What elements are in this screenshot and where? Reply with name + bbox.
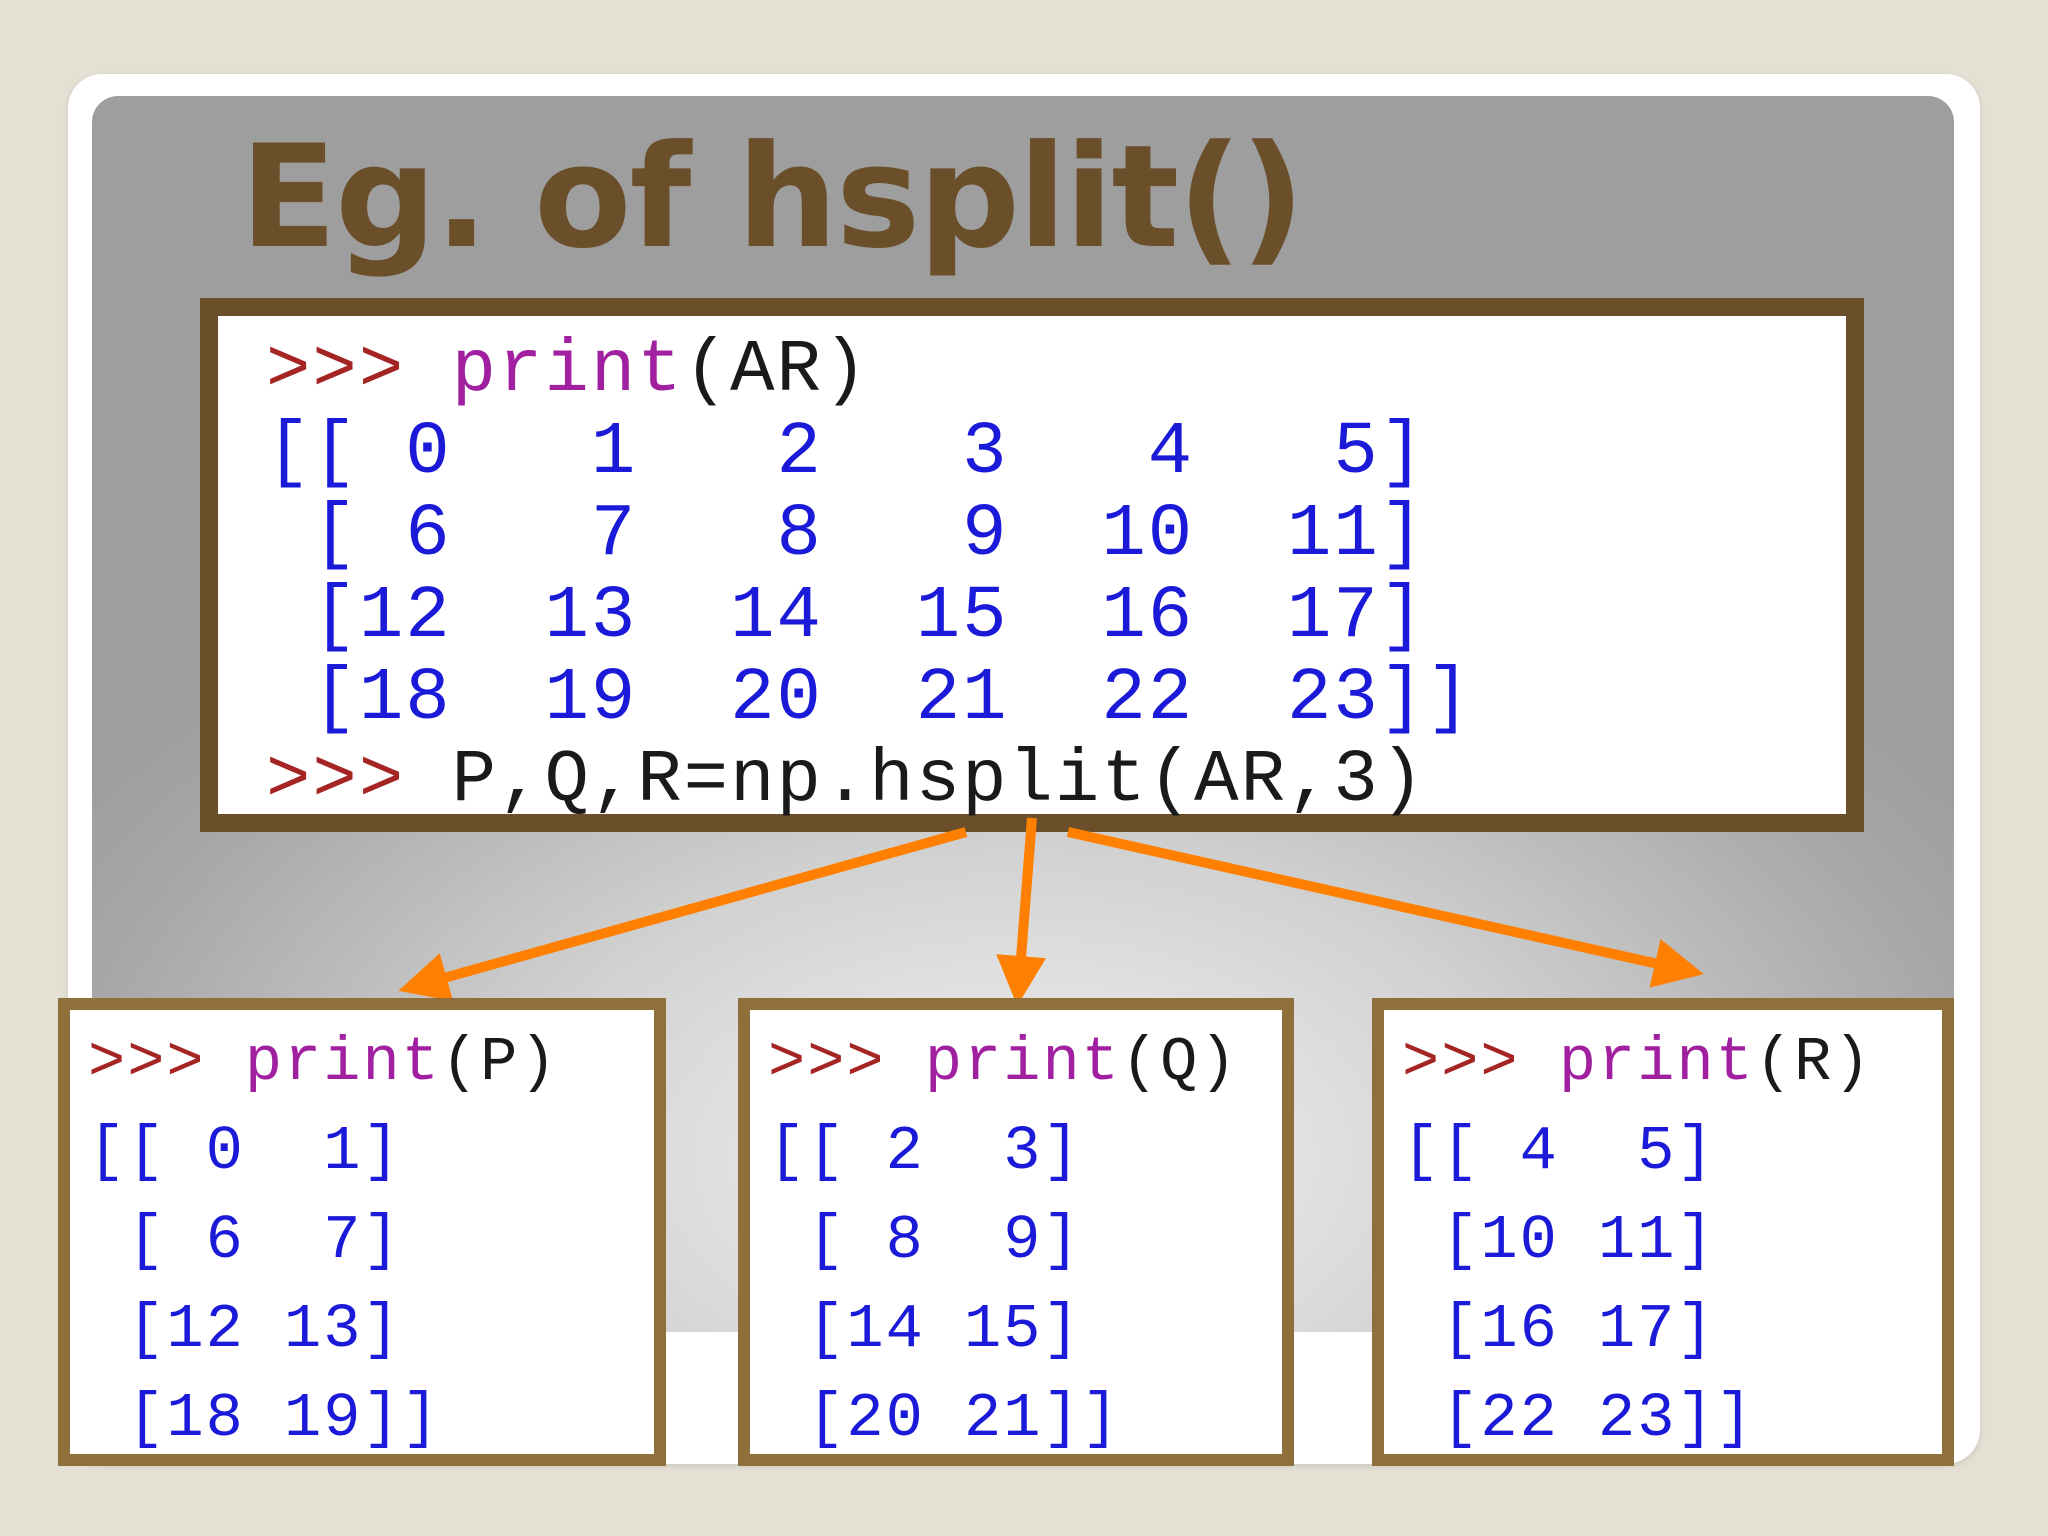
arrow-to-p — [398, 827, 968, 1002]
console-box-p: >>> print(P) [[ 0 1] [ 6 7] [12 13] [18 … — [58, 998, 666, 1466]
console-code-r: >>> print(R) [[ 4 5] [10 11] [16 17] [22… — [1402, 1018, 1872, 1463]
console-box-r: >>> print(R) [[ 4 5] [10 11] [16 17] [22… — [1372, 998, 1954, 1466]
print-keyword: print — [924, 1027, 1121, 1098]
print-keyword: print — [1558, 1027, 1755, 1098]
console-box-q: >>> print(Q) [[ 2 3] [ 8 9] [14 15] [20 … — [738, 998, 1294, 1466]
print-argument: (R) — [1754, 1027, 1873, 1098]
array-output: [[ 2 3] [ 8 9] [14 15] [20 21]] — [768, 1116, 1121, 1454]
print-keyword: print — [244, 1027, 441, 1098]
console-code-p: >>> print(P) [[ 0 1] [ 6 7] [12 13] [18 … — [88, 1018, 558, 1463]
print-argument: (Q) — [1120, 1027, 1239, 1098]
prompt: >>> — [1402, 1027, 1559, 1098]
prompt: >>> — [88, 1027, 245, 1098]
arrow-to-q — [996, 817, 1047, 1006]
arrow-to-r — [1066, 827, 1704, 988]
prompt: >>> — [768, 1027, 925, 1098]
array-output: [[ 4 5] [10 11] [16 17] [22 23]] — [1402, 1116, 1755, 1454]
array-output: [[ 0 1] [ 6 7] [12 13] [18 19]] — [88, 1116, 441, 1454]
console-code-q: >>> print(Q) [[ 2 3] [ 8 9] [14 15] [20 … — [768, 1018, 1238, 1463]
print-argument: (P) — [440, 1027, 559, 1098]
